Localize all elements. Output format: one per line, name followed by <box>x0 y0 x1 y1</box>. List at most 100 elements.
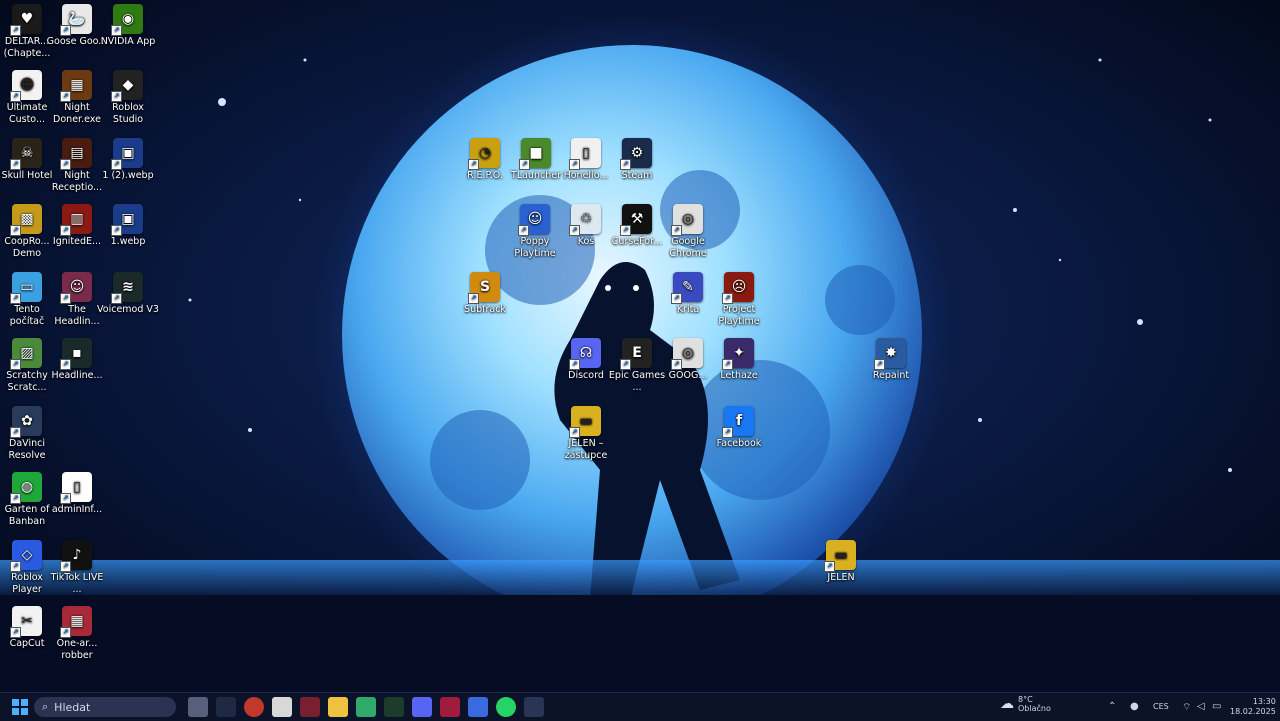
app-icon: ◍ ↗ <box>10 472 42 504</box>
desktop-icon-voicemod-v3[interactable]: ≋ ↗ Voicemod V3 <box>97 272 159 316</box>
start-button[interactable] <box>10 697 30 717</box>
taskbar-search[interactable]: ⌕ Hledat <box>34 697 176 717</box>
widgets-icon[interactable] <box>216 697 236 717</box>
app-glyph-icon: ≋ <box>122 279 134 295</box>
pinned-app-icon[interactable] <box>440 697 460 717</box>
pinned-app-icon[interactable] <box>384 697 404 717</box>
desktop-icon-project-playtime[interactable]: ☹ ↗ Project Playtime <box>708 272 770 328</box>
clock[interactable]: 13:30 18.02.2025 <box>1230 697 1276 717</box>
app-icon: ▪ ↗ <box>60 338 92 370</box>
shortcut-arrow-icon: ↗ <box>10 159 21 170</box>
app-icon: ▥ ↗ <box>60 204 92 236</box>
desktop-icon-roblox-studio[interactable]: ◆ ↗ Roblox Studio <box>97 70 159 126</box>
desktop-icon-label: TikTok LIVE ... <box>50 572 104 595</box>
app-icon: ▣ ↗ <box>111 204 143 236</box>
app-icon: ☺ ↗ <box>60 272 92 304</box>
app-glyph-icon: ▣ <box>121 145 135 161</box>
microphone-icon[interactable]: ● <box>1130 701 1139 712</box>
desktop-icon-headline[interactable]: ▪ ↗ Headline... <box>46 338 108 382</box>
app-glyph-icon: f <box>735 413 743 429</box>
volume-icon[interactable]: ◁ <box>1197 701 1205 712</box>
pinned-app-icon[interactable] <box>356 697 376 717</box>
app-glyph-icon: ☺ <box>69 279 85 295</box>
app-glyph-icon: ◉ <box>121 11 135 27</box>
app-glyph-icon: ☊ <box>579 345 593 361</box>
battery-icon[interactable]: ▭ <box>1212 701 1221 712</box>
shortcut-arrow-icon: ↗ <box>10 359 21 370</box>
shortcut-arrow-icon: ↗ <box>60 159 71 170</box>
app-icon: ◎ ↗ <box>671 338 703 370</box>
clock-date: 18.02.2025 <box>1230 707 1276 716</box>
app-glyph-icon: ☻ <box>19 77 35 93</box>
desktop-icon-lethaze[interactable]: ✦ ↗ Lethaze <box>708 338 770 382</box>
desktop-icon-admininf[interactable]: ▯ ↗ adminInf... <box>46 472 108 516</box>
desktop-icon-1-2-webp[interactable]: ▣ ↗ 1 (2).webp <box>97 138 159 182</box>
app-glyph-icon: ▬ <box>579 413 593 429</box>
app-glyph-icon: ☺ <box>527 211 543 227</box>
app-glyph-icon: ▬ <box>834 547 848 563</box>
app-icon: ☠ ↗ <box>10 138 42 170</box>
app-glyph-icon: ▪ <box>72 345 82 361</box>
shortcut-arrow-icon: ↗ <box>60 359 71 370</box>
app-glyph-icon: ♥ <box>20 11 34 27</box>
whatsapp-icon[interactable] <box>496 697 516 717</box>
network-icon[interactable]: ⌔ <box>1182 701 1191 714</box>
pinned-app-icon[interactable] <box>272 697 292 717</box>
app-glyph-icon: ▯ <box>582 145 590 161</box>
desktop-icon-tiktok-live[interactable]: ♪ ↗ TikTok LIVE ... <box>46 540 108 596</box>
shortcut-arrow-icon: ↗ <box>468 159 479 170</box>
shortcut-arrow-icon: ↗ <box>111 159 122 170</box>
shortcut-arrow-icon: ↗ <box>111 25 122 36</box>
desktop-icon-jelen-z-stupce[interactable]: ▬ ↗ JELEN – zástupce <box>555 406 617 462</box>
app-icon: ▬ ↗ <box>824 540 856 572</box>
desktop-icon-nvidia-app[interactable]: ◉ ↗ NVIDIA App <box>97 4 159 48</box>
shortcut-arrow-icon: ↗ <box>518 225 529 236</box>
pinned-app-icon[interactable] <box>300 697 320 717</box>
pinned-app-icon[interactable] <box>468 697 488 717</box>
shortcut-arrow-icon: ↗ <box>519 159 530 170</box>
pinned-app-icon[interactable] <box>524 697 544 717</box>
app-icon: 🦢 ↗ <box>60 4 92 36</box>
file-explorer-icon[interactable] <box>328 697 348 717</box>
shortcut-arrow-icon: ↗ <box>569 359 580 370</box>
desktop-icon-davinci-resolve[interactable]: ✿ ↗ DaVinci Resolve <box>0 406 58 462</box>
desktop-icon-repaint[interactable]: ✸ ↗ Repaint <box>860 338 922 382</box>
desktop-icon-google-chrome[interactable]: ◎ ↗ Google Chrome <box>657 204 719 260</box>
app-icon: ◉ ↗ <box>111 4 143 36</box>
app-icon: ♥ ↗ <box>10 4 42 36</box>
shortcut-arrow-icon: ↗ <box>60 561 71 572</box>
desktop-icon-label: Project Playtime <box>718 304 760 327</box>
app-glyph-icon: ▤ <box>70 145 84 161</box>
pinned-app-icon[interactable] <box>244 697 264 717</box>
app-icon: ◆ ↗ <box>111 70 143 102</box>
app-glyph-icon: ◎ <box>681 345 695 361</box>
desktop-icon-jelen[interactable]: ▬ ↗ JELEN <box>810 540 872 584</box>
task-view-icon[interactable] <box>188 697 208 717</box>
desktop-icon-facebook[interactable]: f ↗ Facebook <box>708 406 770 450</box>
shortcut-arrow-icon: ↗ <box>874 359 885 370</box>
app-glyph-icon: ▣ <box>121 211 135 227</box>
shortcut-arrow-icon: ↗ <box>60 293 71 304</box>
desktop-icon-subfrack[interactable]: S ↗ Subfrack <box>454 272 516 316</box>
chevron-up-icon[interactable]: ⌃ <box>1108 701 1116 712</box>
app-glyph-icon: ☹ <box>731 279 747 295</box>
desktop-icon-steam[interactable]: ⚙ ↗ Steam <box>606 138 668 182</box>
app-glyph-icon: ⚒ <box>630 211 644 227</box>
desktop-icon-one-ar-robber[interactable]: ▦ ↗ One-ar... robber <box>46 606 108 662</box>
shortcut-arrow-icon: ↗ <box>10 225 21 236</box>
app-glyph-icon: ▨ <box>20 345 34 361</box>
discord-taskbar-icon[interactable] <box>412 697 432 717</box>
app-icon: ♲ ↗ <box>569 204 601 236</box>
weather-widget[interactable]: ☁ 8°C Oblačno <box>1000 695 1051 713</box>
desktop-icon-label: JELEN – zástupce <box>564 438 608 461</box>
app-glyph-icon: ⚙ <box>630 145 644 161</box>
language-indicator[interactable]: CES <box>1153 702 1169 711</box>
clock-time: 13:30 <box>1252 697 1276 706</box>
app-icon: ✎ ↗ <box>671 272 703 304</box>
desktop-icon-label: Roblox Studio <box>112 102 144 125</box>
shortcut-arrow-icon: ↗ <box>60 493 71 504</box>
app-glyph-icon: ✦ <box>733 345 745 361</box>
desktop-icon-1-webp[interactable]: ▣ ↗ 1.webp <box>97 204 159 248</box>
search-placeholder: Hledat <box>54 700 91 714</box>
app-icon: S ↗ <box>468 272 500 304</box>
